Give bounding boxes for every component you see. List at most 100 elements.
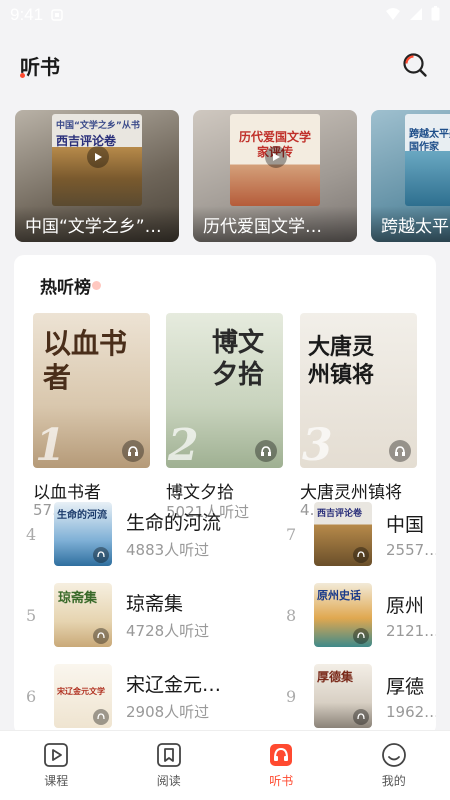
bookmark-icon [156, 743, 181, 767]
ranked-list-item[interactable]: 5 琼斋集 琼斋集 4728人听过 [26, 582, 209, 648]
headphones-badge [389, 440, 411, 462]
book-name: 以血书者 [33, 483, 101, 503]
tab-profile[interactable]: 我的 [338, 731, 450, 800]
headphones-icon [270, 744, 293, 766]
book-info: 中国 2557… [386, 510, 436, 559]
book-name: 生命的河流 [126, 512, 222, 534]
book-info: 琼斋集 4728人听过 [126, 589, 209, 641]
title-accent-dot [20, 72, 25, 78]
tab-courses[interactable]: 课程 [0, 731, 113, 800]
ranked-list-item[interactable]: 9 厚德集 厚德 1962… [286, 663, 436, 729]
hot-list-card: 热听榜 以血书者 1 以血书者 57… 博文夕拾 2 博文夕拾 5021人听过 … [14, 255, 436, 735]
tab-audiobooks[interactable]: 听书 [225, 731, 338, 800]
book-cover: 原州史话 [314, 583, 372, 647]
battery-icon [431, 5, 440, 25]
headphones-badge [93, 709, 109, 725]
status-time: 9:41 [10, 5, 44, 24]
book-cover: 大唐灵州镇将 3 [300, 313, 417, 468]
status-bar: 9:41 [0, 0, 450, 30]
book-name: 博文夕拾 [166, 483, 234, 503]
book-cover: 博文夕拾 2 [166, 313, 283, 468]
ranked-list-item[interactable]: 7 西吉评论卷 中国 2557… [286, 501, 436, 567]
book-name: 琼斋集 [126, 593, 184, 615]
headphones-icon [97, 713, 105, 720]
headphones-icon [395, 446, 405, 456]
listen-count: 4883人听过 [126, 541, 210, 559]
listen-count: 2121… [386, 621, 436, 640]
banner-card[interactable]: 中国“文学之乡”从书 西吉评论卷 中国“文学之乡”… [15, 110, 179, 242]
book-name: 原州 [386, 594, 425, 617]
book-cover: 西吉评论卷 [314, 502, 372, 566]
headphones-badge [93, 628, 109, 644]
book-cover: 以血书者 1 [33, 313, 150, 468]
book-cover: 生命的河流 [54, 502, 112, 566]
ranked-list-item[interactable]: 8 原州史话 原州 2121… [286, 582, 436, 648]
tab-label: 我的 [381, 774, 406, 788]
play-button[interactable] [265, 146, 287, 168]
hot-list-title: 热听榜 [40, 273, 101, 298]
top-book-item[interactable]: 博文夕拾 2 博文夕拾 5021人听过 [166, 313, 283, 521]
headphones-icon [357, 632, 365, 639]
headphones-badge [353, 628, 369, 644]
tab-reading[interactable]: 阅读 [113, 731, 226, 800]
top-book-item[interactable]: 以血书者 1 以血书者 57… [33, 313, 150, 519]
signal-icon [409, 6, 423, 25]
rank-number: 7 [286, 524, 297, 544]
headphones-badge [122, 440, 144, 462]
banner-cover-subtitle: 中国“文学之乡”从书 [56, 121, 140, 131]
book-cover-title: 原州史话 [317, 589, 361, 602]
book-cover-title: 琼斋集 [58, 591, 98, 606]
top-book-item[interactable]: 大唐灵州镇将 3 大唐灵州镇将 4… [300, 313, 417, 519]
headphones-icon [97, 551, 105, 558]
book-cover-title: 以血书者 [43, 327, 128, 394]
ranked-list-item[interactable]: 4 生命的河流 生命的河流 4883人听过 [26, 501, 221, 567]
banner-caption: 跨越太平… [371, 206, 450, 242]
banner-caption: 中国“文学之乡”… [15, 206, 179, 242]
play-button[interactable] [87, 146, 109, 168]
banner-caption: 历代爱国文学… [193, 206, 357, 242]
hot-list-title-text: 热听榜 [40, 278, 91, 298]
headphones-badge [93, 547, 109, 563]
listen-count: 2557… [386, 540, 436, 559]
book-name: 宋辽金元… [126, 674, 222, 696]
tab-label: 课程 [44, 774, 69, 788]
headphones-icon [261, 446, 271, 456]
rank-number: 5 [26, 605, 37, 625]
ranked-list-item[interactable]: 6 宋辽金元文学 宋辽金元… 2908人听过 [26, 663, 221, 729]
book-name: 厚德 [386, 675, 425, 698]
page-title: 听书 [20, 51, 60, 80]
listen-count: 1962… [386, 702, 436, 721]
rank-number: 4 [26, 524, 37, 544]
headphones-icon [357, 551, 365, 558]
banner-cover-title: 西吉评论卷 [56, 134, 117, 148]
book-info: 厚德 1962… [386, 672, 436, 721]
play-icon [273, 153, 280, 161]
rank-number: 8 [286, 605, 297, 625]
play-square-icon [44, 743, 69, 767]
headphones-icon [128, 446, 138, 456]
banner-cover: 跨越太平美国作家 [405, 114, 450, 206]
rank-number: 3 [302, 420, 333, 468]
book-cover: 厚德集 [314, 664, 372, 728]
title-decoration-dot [92, 281, 101, 290]
headphones-badge [353, 547, 369, 563]
book-cover: 琼斋集 [54, 583, 112, 647]
headphones-icon [97, 632, 105, 639]
book-cover-title: 宋辽金元文学 [57, 687, 105, 696]
book-info: 原州 2121… [386, 591, 436, 640]
banner-card[interactable]: 历代爱国文学家评传 历代爱国文学… [193, 110, 357, 242]
book-cover: 宋辽金元文学 [54, 664, 112, 728]
bottom-tab-bar: 课程 阅读 听书 我的 [0, 730, 450, 800]
listen-count: 4728人听过 [126, 622, 210, 640]
banner-carousel[interactable]: 中国“文学之乡”从书 西吉评论卷 中国“文学之乡”… 历代爱国文学家评传 历代爱… [15, 110, 450, 242]
book-name: 中国 [386, 513, 425, 536]
headphones-badge [353, 709, 369, 725]
rank-number: 2 [168, 420, 199, 468]
banner-card[interactable]: 跨越太平美国作家 跨越太平… [371, 110, 450, 242]
search-button[interactable] [400, 50, 430, 80]
wifi-icon [385, 6, 401, 25]
book-info: 宋辽金元… 2908人听过 [126, 670, 221, 722]
book-name: 大唐灵州镇将 [300, 483, 402, 503]
header: 听书 [0, 40, 450, 90]
book-cover-title: 博文夕拾 [212, 328, 265, 390]
